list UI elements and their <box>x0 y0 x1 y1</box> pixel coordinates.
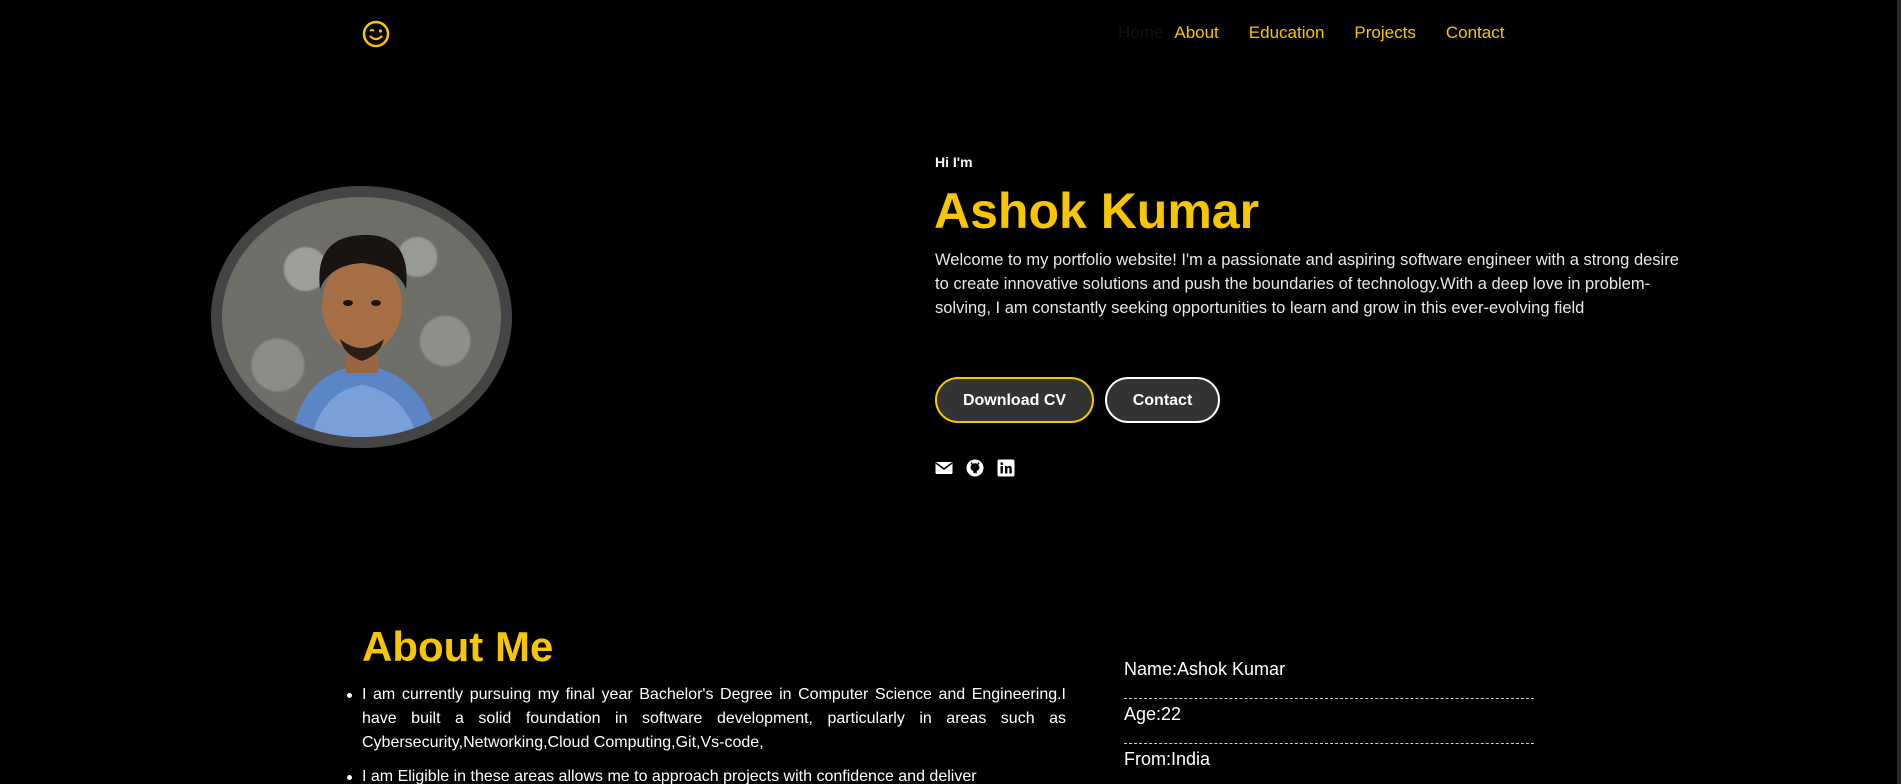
hero-name: Ashok Kumar <box>934 183 1260 239</box>
info-from-row: From:India <box>1124 744 1534 784</box>
main-nav: Home About Education Projects Contact <box>1118 22 1504 44</box>
profile-photo-frame <box>211 186 512 448</box>
nav-education-link[interactable]: Education <box>1249 22 1325 44</box>
personal-info-list: Name:Ashok Kumar Age:22 From:India <box>1124 654 1534 784</box>
about-section-title: About Me <box>362 623 554 670</box>
social-links <box>935 459 1015 477</box>
linkedin-icon[interactable] <box>997 459 1015 477</box>
about-list: I am currently pursuing my final year Ba… <box>347 683 1066 784</box>
scrollbar-edge[interactable] <box>1897 0 1901 784</box>
about-list-item: I am currently pursuing my final year Ba… <box>347 683 1066 755</box>
wink-smiley-logo-icon[interactable] <box>362 20 390 48</box>
download-cv-button[interactable]: Download CV <box>935 377 1094 423</box>
nav-about-link[interactable]: About <box>1174 22 1218 44</box>
portfolio-page: Home About Education Projects Contact Hi… <box>0 0 1901 784</box>
contact-button[interactable]: Contact <box>1105 377 1220 423</box>
info-age-row: Age:22 <box>1124 699 1534 744</box>
hero-greeting: Hi I'm <box>935 154 973 170</box>
profile-photo <box>222 197 501 437</box>
hero-intro-text: Welcome to my portfolio website! I'm a p… <box>935 251 1679 317</box>
github-icon[interactable] <box>966 459 984 477</box>
email-icon[interactable] <box>935 459 953 477</box>
nav-home-link[interactable]: Home <box>1118 22 1163 44</box>
nav-contact-link[interactable]: Contact <box>1446 22 1505 44</box>
about-list-item: I am Eligible in these areas allows me t… <box>347 765 1066 784</box>
nav-projects-link[interactable]: Projects <box>1354 22 1415 44</box>
info-name-row: Name:Ashok Kumar <box>1124 654 1534 699</box>
